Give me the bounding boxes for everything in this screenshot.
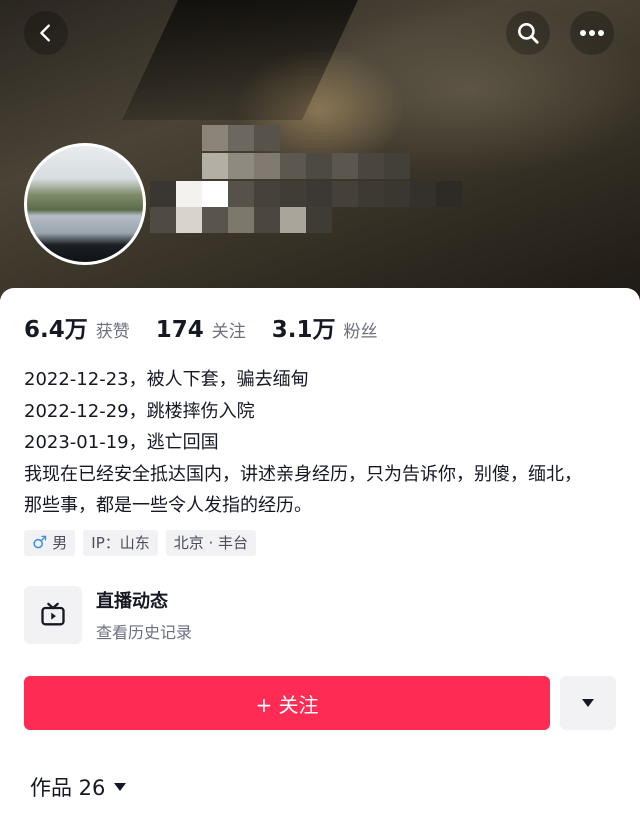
bio: 2022-12-23，被人下套，骗去缅甸 2022-12-29，跳楼摔伤入院 2…	[24, 364, 594, 522]
works-tab[interactable]: 作品 26	[30, 772, 127, 802]
male-icon: ♂	[32, 533, 48, 553]
live-icon-box	[24, 586, 82, 644]
location-tag: 北京 · 丰台	[165, 530, 257, 556]
cover-shadow	[122, 0, 358, 120]
caret-down-icon	[582, 699, 594, 707]
profile-tags: ♂ 男 IP：山东 北京 · 丰台	[24, 530, 257, 556]
likes-count[interactable]: 6.4万	[24, 310, 88, 344]
bio-line: 2022-12-29，跳楼摔伤入院	[24, 400, 255, 422]
bio-line: 2023-01-19，逃亡回国	[24, 432, 219, 453]
followers-label[interactable]: 粉丝	[344, 317, 378, 342]
live-history-entry[interactable]: 直播动态 查看历史记录	[24, 586, 192, 644]
following-count[interactable]: 174	[156, 317, 204, 343]
gender-tag: ♂ 男	[24, 530, 76, 556]
following-label[interactable]: 关注	[212, 317, 246, 342]
more-button[interactable]	[570, 11, 614, 55]
search-button[interactable]	[506, 11, 550, 55]
follow-button[interactable]: + 关注	[24, 676, 550, 730]
chevron-left-icon	[40, 24, 50, 42]
bio-line: 我现在已经安全抵达国内，讲述亲身经历，只为告诉你，别傻，缅北，那些事，都是一些令…	[24, 463, 582, 517]
recommend-dropdown-button[interactable]	[560, 676, 616, 730]
live-title: 直播动态	[96, 591, 168, 612]
profile-stats: 6.4万 获赞 174 关注 3.1万 粉丝	[24, 310, 404, 344]
search-icon	[518, 23, 539, 44]
avatar[interactable]	[24, 143, 146, 265]
back-button[interactable]	[24, 11, 68, 55]
caret-down-icon	[114, 783, 127, 791]
bio-line: 2022-12-23，被人下套，骗去缅甸	[24, 369, 309, 390]
gender-label: 男	[52, 534, 68, 552]
tv-icon	[41, 602, 65, 626]
live-subtitle: 查看历史记录	[96, 623, 193, 642]
followers-count[interactable]: 3.1万	[272, 310, 336, 344]
works-label: 作品 26	[30, 776, 106, 800]
ip-tag: IP：山东	[83, 530, 158, 556]
profile-info-card: 6.4万 获赞 174 关注 3.1万 粉丝 2022-12-23，被人下套，骗…	[0, 288, 640, 817]
more-horizontal-icon	[580, 30, 604, 36]
likes-label[interactable]: 获赞	[96, 317, 130, 342]
